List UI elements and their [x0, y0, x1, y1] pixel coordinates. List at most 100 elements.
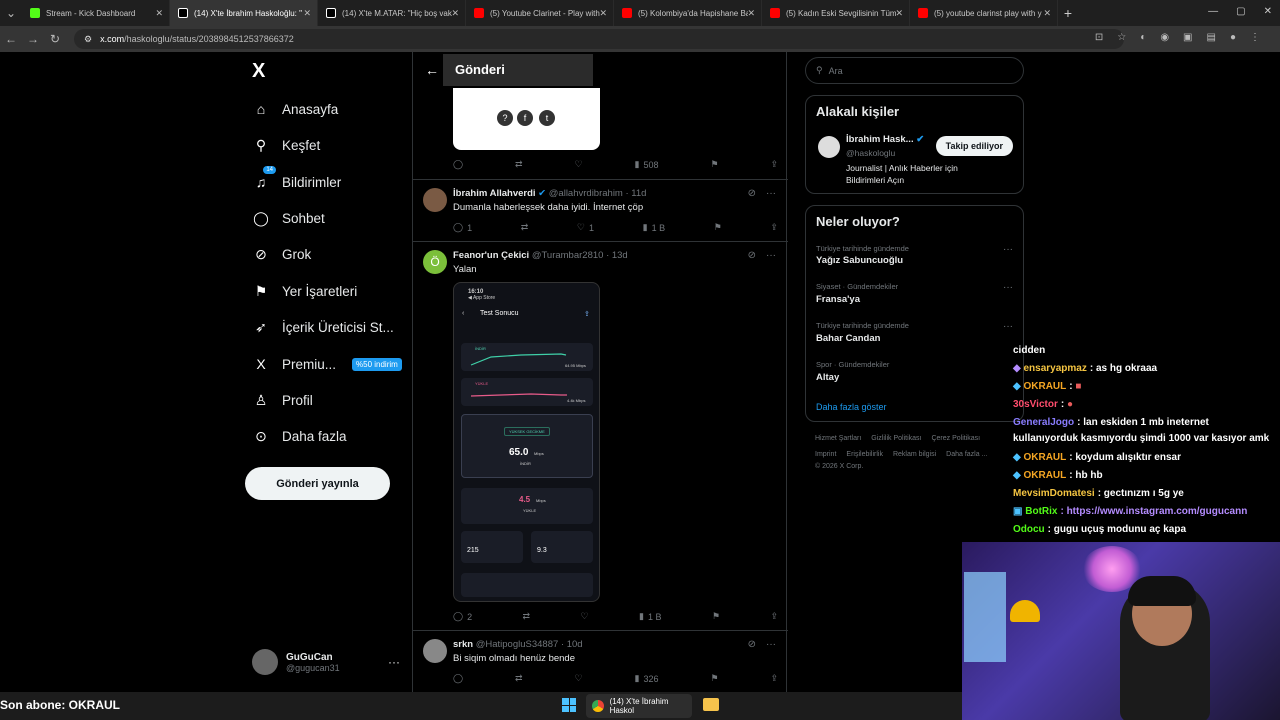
nav-item-more[interactable]: ⊙ Daha fazla [252, 427, 346, 445]
close-icon[interactable]: ✕ [599, 8, 607, 19]
nav-item-explore[interactable]: ⚲ Keşfet [252, 136, 320, 154]
nav-item-home[interactable]: ⌂ Anasayfa [252, 100, 339, 118]
footer-link[interactable]: Daha fazla ... [946, 451, 987, 458]
footer-link[interactable]: Erişilebilirlik [846, 451, 883, 458]
close-window-icon[interactable]: ✕ [1264, 6, 1272, 17]
reply-stat[interactable]: ◯ 2 [453, 611, 472, 622]
minimize-icon[interactable]: — [1208, 6, 1218, 17]
retweet-icon[interactable]: ⇄ [515, 159, 523, 170]
share-icon[interactable]: ⇪ [770, 222, 778, 233]
footer-link[interactable]: Reklam bilgisi [893, 451, 936, 458]
nav-item-grok[interactable]: ⊘ Grok [252, 245, 311, 263]
views-stat[interactable]: ▮ 508 [635, 159, 659, 170]
nav-item-notifications[interactable]: ♫ 14 Bildirimler [252, 166, 341, 191]
close-icon[interactable]: ✕ [895, 8, 903, 19]
views-stat[interactable]: ▮ 326 [635, 673, 659, 684]
nav-item-bookmarks[interactable]: ⚑ Yer İşaretleri [252, 282, 358, 300]
back-arrow-icon[interactable]: ← [425, 62, 439, 78]
views-stat[interactable]: ▮ 1 B [639, 611, 661, 622]
browser-tab[interactable]: Stream - Kick Dashboard ✕ [22, 0, 170, 26]
like-icon[interactable]: ♡ [575, 159, 583, 170]
nav-item-creator-studio[interactable]: ➶ İçerik Üreticisi St... [252, 318, 394, 336]
share-icon[interactable]: ⇪ [770, 159, 778, 170]
extension-icon[interactable]: ◐ [1140, 32, 1146, 43]
reload-icon[interactable]: ↻ [44, 32, 66, 46]
nav-item-chat[interactable]: ◯ Sohbet [252, 209, 325, 227]
browser-tab[interactable]: (5) Kolombiya'da Hapishane Ba ✕ [614, 0, 762, 26]
file-explorer-icon[interactable] [703, 698, 719, 711]
maximize-icon[interactable]: ▢ [1236, 6, 1245, 17]
more-icon[interactable]: ··· [766, 639, 776, 650]
grok-icon[interactable]: ⊘ [748, 639, 756, 650]
puzzle-icon[interactable]: ▣ [1183, 32, 1192, 43]
browser-tab[interactable]: (5) Youtube Clarinet - Play with ✕ [466, 0, 614, 26]
bookmark-icon[interactable]: ⚑ [714, 222, 722, 233]
like-icon[interactable]: ♡ [575, 673, 583, 684]
browser-tab[interactable]: (14) X'te M.ATAR: "Hiç boş vakt ✕ [318, 0, 466, 26]
search-input[interactable]: ⚲ Ara [805, 57, 1024, 84]
like-icon[interactable]: ♡ [581, 611, 589, 622]
show-more-link[interactable]: Daha fazla göster [816, 402, 887, 412]
more-icon[interactable]: ··· [1003, 282, 1013, 293]
tab-list-button[interactable]: ⌄ [0, 6, 22, 20]
reply-icon[interactable]: ◯ [453, 673, 463, 684]
site-info-icon[interactable]: ⚙ [84, 34, 92, 45]
account-switcher[interactable]: GuGuCan @gugucan31 ··· [252, 649, 400, 675]
star-icon[interactable]: ☆ [1117, 32, 1126, 43]
more-icon[interactable]: ··· [388, 655, 400, 669]
footer-link[interactable]: Gizlilik Politikası [871, 435, 921, 442]
new-tab-button[interactable]: + [1058, 5, 1078, 21]
bookmark-icon[interactable]: ⚑ [712, 611, 720, 622]
speedtest-screenshot[interactable]: 16:10 ◀ App Store Test Sonucu ‹ ⇪ İNDİR … [453, 282, 600, 602]
retweet-icon[interactable]: ⇄ [521, 222, 529, 233]
retweet-icon[interactable]: ⇄ [523, 611, 531, 622]
nav-item-profile[interactable]: ♙ Profil [252, 391, 313, 409]
bookmark-icon[interactable]: ⚑ [710, 673, 718, 684]
reply-icon[interactable]: ◯ [453, 159, 463, 170]
close-icon[interactable]: ✕ [747, 8, 755, 19]
bookmark-icon[interactable]: ⚑ [710, 159, 718, 170]
person-name-row[interactable]: İbrahim Hask... ✔ [846, 134, 924, 145]
browser-tab[interactable]: (5) Kadın Eski Sevgilisinin Tüm ✕ [762, 0, 910, 26]
back-icon[interactable]: ← [0, 32, 22, 46]
views-stat[interactable]: ▮ 1 B [643, 222, 665, 233]
grok-icon[interactable]: ⊘ [748, 188, 756, 199]
trend-name[interactable]: Bahar Candan [816, 333, 880, 344]
close-icon[interactable]: ✕ [1043, 8, 1051, 19]
sidebar-icon[interactable]: ▤ [1207, 32, 1216, 43]
like-stat[interactable]: ♡ 1 [577, 222, 594, 233]
reply-tweet[interactable]: srkn @HatipogluS34887 · 10d ⊘ ··· Bi siqi… [413, 630, 788, 692]
post-button[interactable]: Gönderi yayınla [245, 467, 390, 500]
more-icon[interactable]: ··· [766, 250, 776, 261]
close-icon[interactable]: ✕ [155, 8, 163, 19]
share-icon[interactable]: ⇪ [770, 611, 778, 622]
footer-link[interactable]: Hizmet Şartları [815, 435, 861, 442]
windows-start-icon[interactable] [562, 698, 576, 712]
trend-name[interactable]: Yağız Sabuncuoğlu [816, 255, 903, 266]
reply-tweet[interactable]: İbrahim Allahverdi ✔ @allahvrdibrahim · … [413, 179, 788, 241]
more-icon[interactable]: ··· [766, 188, 776, 199]
install-icon[interactable]: ⊡ [1095, 32, 1103, 43]
grok-icon[interactable]: ⊘ [748, 250, 756, 261]
x-logo-icon[interactable]: X [252, 60, 265, 83]
forward-icon[interactable]: → [22, 32, 44, 46]
tweet-image-top[interactable]: ? f t [453, 88, 600, 150]
profile-icon[interactable]: ● [1230, 32, 1236, 43]
reply-stat[interactable]: ◯ 1 [453, 222, 472, 233]
browser-tab-active[interactable]: (14) X'te İbrahim Haskoloğlu: " ✕ [170, 0, 318, 26]
retweet-icon[interactable]: ⇄ [515, 673, 523, 684]
more-icon[interactable]: ··· [1003, 244, 1013, 255]
browser-tab[interactable]: (5) youtube clarinst play with y ✕ [910, 0, 1058, 26]
menu-icon[interactable]: ⋮ [1250, 32, 1260, 43]
footer-link[interactable]: Imprint [815, 451, 836, 458]
trend-name[interactable]: Altay [816, 372, 839, 383]
close-icon[interactable]: ✕ [451, 8, 459, 19]
more-icon[interactable]: ··· [1003, 321, 1013, 332]
avatar[interactable] [818, 136, 840, 158]
url-field[interactable]: ⚙ x.com/haskologlu/status/20389845125378… [74, 29, 1124, 49]
trend-name[interactable]: Fransa'ya [816, 294, 860, 305]
share-icon[interactable]: ⇪ [770, 673, 778, 684]
audio-icon[interactable]: ◉ [1160, 32, 1169, 43]
footer-link[interactable]: Çerez Politikası [931, 435, 980, 442]
close-icon[interactable]: ✕ [303, 8, 311, 19]
